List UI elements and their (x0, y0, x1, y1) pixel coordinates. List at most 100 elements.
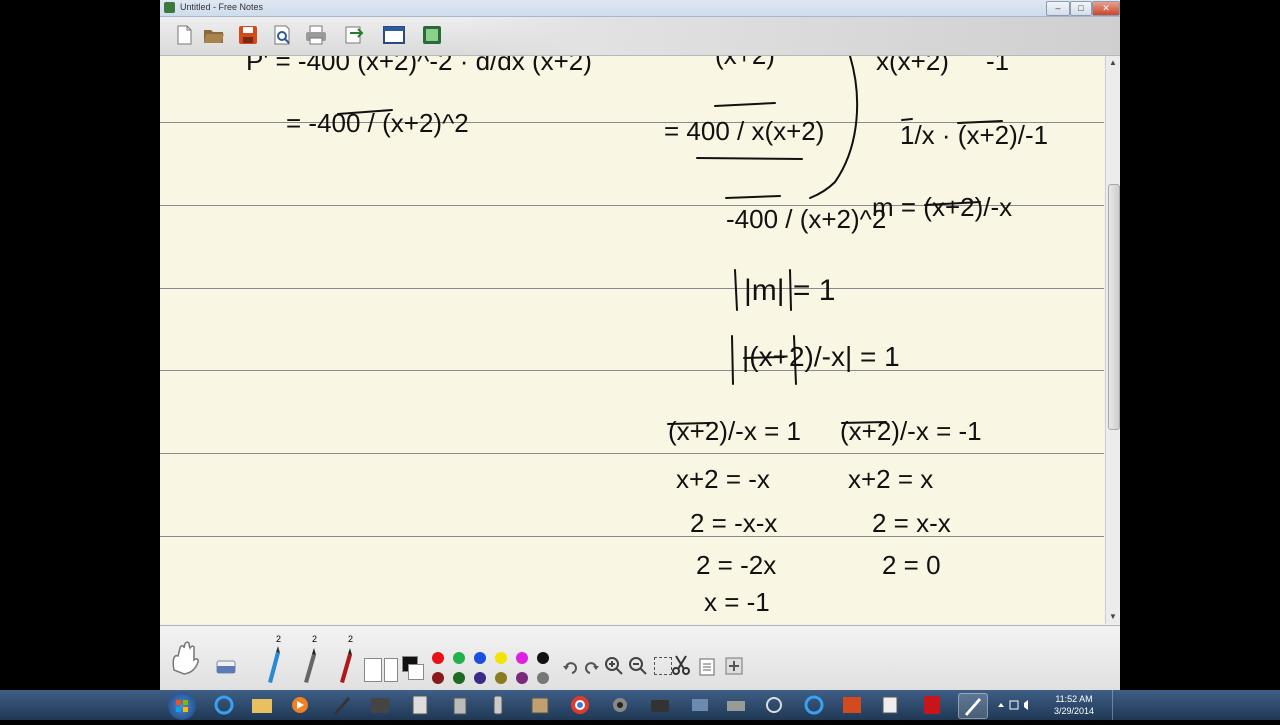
chrome-taskbar-icon[interactable] (566, 693, 594, 717)
red-pen-button[interactable] (332, 644, 356, 689)
pen-size-label: 2 (276, 634, 282, 644)
color-swatch-blue[interactable] (474, 652, 486, 664)
color-swatch-gray[interactable] (537, 672, 549, 684)
insert-page-icon (423, 26, 441, 44)
color-swatch-dark-red[interactable] (432, 672, 444, 684)
note-line: 1/x · (x+2)/-1 (900, 120, 1048, 150)
notes-pen-taskbar-icon[interactable] (328, 693, 356, 717)
cut-button[interactable] (670, 654, 692, 681)
marker-pen-button[interactable] (296, 644, 320, 689)
note-line: = 400 / x(x+2) (664, 116, 824, 146)
zoom-in-button[interactable] (604, 656, 624, 681)
color-swatch-black[interactable] (537, 652, 549, 664)
maximize-button[interactable]: □ (1070, 1, 1092, 16)
fraction-bar (714, 102, 776, 107)
app-window: Untitled - Free Notes – □ ✕ P' = -400 (x… (160, 0, 1120, 720)
powerpoint-taskbar-icon[interactable] (838, 693, 866, 717)
zoom-out-button[interactable] (628, 656, 648, 681)
recorder-taskbar-icon[interactable] (646, 693, 674, 717)
line-style-button[interactable] (364, 658, 382, 682)
export-button[interactable] (342, 23, 366, 47)
eraser-button[interactable] (214, 654, 238, 678)
note-line: |(x+2)/-x| = 1 (742, 341, 900, 372)
red-pen-icon (340, 648, 352, 683)
insert-page-button[interactable] (420, 23, 444, 47)
hand-icon (172, 641, 199, 675)
absolute-bar (734, 269, 738, 311)
print-button[interactable] (304, 23, 328, 47)
note-line: 2 = x-x (872, 508, 951, 538)
zoom-in-icon (605, 657, 623, 675)
background-color-swatch[interactable] (408, 664, 424, 680)
fraction-bar (696, 157, 803, 160)
hand-tool-button[interactable] (168, 640, 204, 681)
print-preview-button[interactable] (270, 23, 294, 47)
pen-toolbar: 2 2 2 (160, 625, 1120, 690)
note-line: (x+2) (715, 56, 775, 70)
close-button[interactable]: ✕ (1092, 1, 1120, 16)
scroll-down-icon[interactable]: ▼ (1109, 612, 1117, 621)
eraser-icon (216, 660, 236, 674)
highlighter-icon (268, 646, 280, 683)
media-player-taskbar-icon[interactable] (286, 693, 314, 717)
new-document-icon (177, 25, 192, 45)
save-button[interactable] (236, 23, 260, 47)
file-explorer-taskbar-icon[interactable] (248, 693, 276, 717)
sync-taskbar-icon[interactable] (760, 693, 788, 717)
free-notes-taskbar-icon[interactable] (958, 693, 988, 719)
undo-button[interactable] (562, 658, 580, 681)
highlighter-pen-button[interactable] (260, 644, 284, 689)
zoom-out-icon (629, 657, 647, 675)
pdf-taskbar-icon[interactable] (918, 693, 946, 717)
redo-icon (585, 662, 599, 674)
window-title: Untitled - Free Notes (180, 2, 264, 12)
color-swatch-purple[interactable] (516, 672, 528, 684)
window-icon (383, 26, 405, 44)
fraction-bar (725, 195, 781, 199)
scroll-up-icon[interactable]: ▲ (1109, 58, 1117, 67)
open-button[interactable] (202, 23, 226, 47)
network-taskbar-icon[interactable] (686, 693, 714, 717)
internet-explorer-taskbar-icon[interactable] (210, 693, 238, 717)
browser-taskbar-icon[interactable] (800, 693, 828, 717)
documents-taskbar-icon[interactable] (526, 693, 554, 717)
color-swatch-red[interactable] (432, 652, 444, 664)
vertical-scrollbar[interactable]: ▲ ▼ (1105, 56, 1120, 624)
webcam-taskbar-icon[interactable] (606, 693, 634, 717)
printer-taskbar-icon[interactable] (722, 693, 750, 717)
full-screen-button[interactable] (382, 23, 406, 47)
trash-taskbar-icon[interactable] (446, 693, 474, 717)
color-swatch-magenta[interactable] (516, 652, 528, 664)
device-taskbar-icon[interactable] (366, 693, 394, 717)
taskbar-clock[interactable]: 11:52 AM 3/29/2014 (1040, 693, 1108, 717)
print-preview-icon (274, 25, 290, 45)
tray-icons (998, 700, 1028, 710)
note-line: = -400 / (x+2)^2 (286, 108, 469, 138)
calculator-taskbar-icon[interactable] (406, 693, 434, 717)
color-swatch-olive[interactable] (495, 672, 507, 684)
insert-text-button[interactable] (724, 656, 744, 681)
redo-button[interactable] (582, 658, 600, 681)
phone-taskbar-icon[interactable] (484, 693, 512, 717)
system-tray[interactable] (996, 698, 1036, 712)
paste-button[interactable] (698, 656, 716, 681)
note-canvas[interactable]: P' = -400 (x+2)^-2 · d/dx (x+2) = -400 /… (160, 56, 1104, 624)
note-line: x+2 = x (848, 464, 933, 494)
minimize-button[interactable]: – (1046, 1, 1070, 16)
clipboard-icon (699, 658, 715, 676)
notepad-taskbar-icon[interactable] (876, 693, 904, 717)
color-swatch-green[interactable] (453, 652, 465, 664)
line-width-button[interactable] (384, 658, 398, 682)
color-swatch-dark-blue[interactable] (474, 672, 486, 684)
start-button[interactable] (168, 692, 196, 720)
color-swatch-yellow[interactable] (495, 652, 507, 664)
folder-icon (204, 30, 224, 43)
note-line: 2 = -2x (696, 550, 776, 580)
new-document-button[interactable] (172, 23, 196, 47)
scrollbar-thumb[interactable] (1108, 184, 1120, 430)
note-line: (x+2)/-x = -1 (840, 416, 982, 446)
absolute-bar (731, 335, 734, 385)
note-line: x = -1 (704, 587, 770, 617)
color-swatch-dark-green[interactable] (453, 672, 465, 684)
show-desktop-button[interactable] (1112, 690, 1123, 720)
